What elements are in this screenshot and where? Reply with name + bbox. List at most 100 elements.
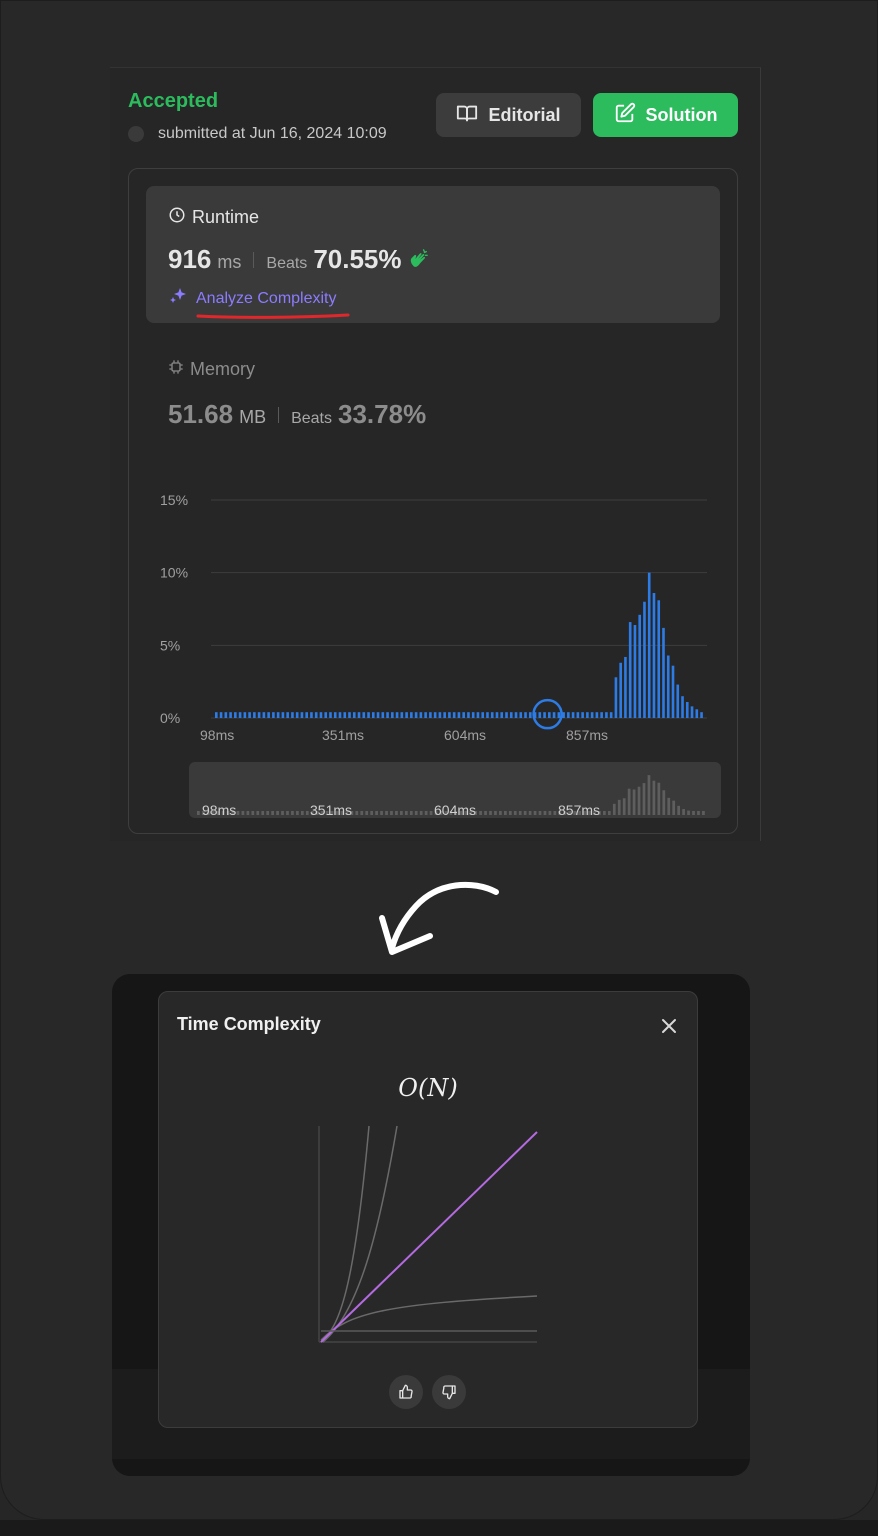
chart-bar[interactable] <box>281 712 285 718</box>
chart-bar[interactable] <box>490 712 494 718</box>
chart-bar[interactable] <box>548 712 551 718</box>
runtime-distribution-chart[interactable]: 15% 10% 5% 0% 98ms 351ms 604ms 857ms 98ms 351ms… <box>129 169 737 833</box>
chart-bar[interactable] <box>486 712 489 718</box>
chart-bar[interactable] <box>519 712 523 718</box>
thumbs-down-button[interactable] <box>432 1375 466 1409</box>
chart-bar[interactable] <box>657 600 661 718</box>
chart-bar[interactable] <box>595 712 599 718</box>
chart-bar[interactable] <box>476 712 480 718</box>
chart-bar[interactable] <box>224 712 228 718</box>
chart-bar[interactable] <box>624 656 627 718</box>
chart-bar[interactable] <box>695 709 699 718</box>
chart-bar[interactable] <box>362 712 366 718</box>
chart-bar[interactable] <box>343 712 347 718</box>
chart-bar[interactable] <box>219 712 223 718</box>
chart-bar[interactable] <box>243 712 247 718</box>
chart-bar[interactable] <box>319 712 323 718</box>
chart-bar[interactable] <box>295 712 299 718</box>
chart-bar[interactable] <box>543 712 546 718</box>
chart-bar[interactable] <box>495 712 499 718</box>
chart-bar[interactable] <box>229 712 232 718</box>
chart-bar[interactable] <box>272 712 275 718</box>
chart-bar[interactable] <box>557 712 561 718</box>
chart-bar[interactable] <box>333 712 337 718</box>
chart-bar[interactable] <box>567 712 570 718</box>
chart-bar[interactable] <box>538 712 542 718</box>
chart-bar[interactable] <box>405 712 408 718</box>
chart-bar[interactable] <box>471 712 475 718</box>
chart-bar[interactable] <box>514 712 518 718</box>
chart-bar[interactable] <box>419 712 423 718</box>
chart-bar[interactable] <box>462 712 465 718</box>
chart-bar[interactable] <box>262 712 266 718</box>
chart-bar[interactable] <box>267 712 270 718</box>
chart-bar[interactable] <box>590 712 594 718</box>
chart-bar[interactable] <box>238 712 242 718</box>
chart-bar[interactable] <box>376 712 380 718</box>
chart-bar[interactable] <box>671 665 675 718</box>
chart-bar[interactable] <box>614 677 618 718</box>
chart-bar[interactable] <box>352 712 356 718</box>
chart-bar[interactable] <box>552 712 556 718</box>
thumbs-up-button[interactable] <box>389 1375 423 1409</box>
chart-bar[interactable] <box>619 662 622 718</box>
chart-bar[interactable] <box>253 712 256 718</box>
chart-bar[interactable] <box>324 712 328 718</box>
chart-bar[interactable] <box>305 712 309 718</box>
chart-bar[interactable] <box>338 712 342 718</box>
chart-bar[interactable] <box>500 712 504 718</box>
chart-bar[interactable] <box>633 624 637 718</box>
chart-bar[interactable] <box>605 712 608 718</box>
chart-bar[interactable] <box>395 712 399 718</box>
chart-bar[interactable] <box>248 712 251 718</box>
chart-bar[interactable] <box>310 712 313 718</box>
chart-bar[interactable] <box>690 706 694 718</box>
chart-bar[interactable] <box>433 712 437 718</box>
chart-bar[interactable] <box>300 712 304 718</box>
chart-bar[interactable] <box>524 712 527 718</box>
chart-bar[interactable] <box>329 712 332 718</box>
chart-bar[interactable] <box>386 712 389 718</box>
chart-bar[interactable] <box>481 712 485 718</box>
chart-bar[interactable] <box>571 712 575 718</box>
editorial-button[interactable]: Editorial <box>436 93 581 137</box>
chart-bar[interactable] <box>700 712 703 718</box>
chart-bar[interactable] <box>467 712 470 718</box>
chart-bar[interactable] <box>452 712 456 718</box>
chart-bar[interactable] <box>348 712 351 718</box>
chart-bar[interactable] <box>586 712 589 718</box>
chart-bar[interactable] <box>410 712 413 718</box>
chart-bar[interactable] <box>609 712 613 718</box>
chart-bar[interactable] <box>666 655 670 718</box>
chart-bar[interactable] <box>448 712 451 718</box>
chart-bar[interactable] <box>286 712 289 718</box>
chart-bar[interactable] <box>215 712 218 718</box>
chart-bar[interactable] <box>676 684 680 718</box>
chart-bar[interactable] <box>457 712 461 718</box>
chart-bar[interactable] <box>276 712 280 718</box>
chart-bar[interactable] <box>681 696 684 718</box>
chart-bar[interactable] <box>652 593 656 718</box>
chart-bar[interactable] <box>600 712 603 718</box>
chart-bar[interactable] <box>685 702 689 718</box>
chart-bar[interactable] <box>509 712 513 718</box>
solution-button[interactable]: Solution <box>593 93 738 137</box>
chart-bar[interactable] <box>581 712 584 718</box>
chart-bar[interactable] <box>414 712 418 718</box>
chart-bar[interactable] <box>367 712 370 718</box>
chart-bar[interactable] <box>662 627 665 718</box>
chart-bar[interactable] <box>628 622 632 718</box>
chart-bar[interactable] <box>424 712 427 718</box>
chart-bar[interactable] <box>638 614 642 718</box>
chart-bar[interactable] <box>381 712 385 718</box>
chart-bar[interactable] <box>391 712 394 718</box>
chart-bar[interactable] <box>443 712 446 718</box>
chart-bar[interactable] <box>505 712 508 718</box>
chart-bar[interactable] <box>576 712 580 718</box>
chart-bar[interactable] <box>314 712 318 718</box>
chart-bar[interactable] <box>643 601 646 718</box>
chart-bar[interactable] <box>429 712 432 718</box>
chart-bar[interactable] <box>371 712 375 718</box>
chart-bar[interactable] <box>291 712 294 718</box>
chart-bar[interactable] <box>400 712 404 718</box>
